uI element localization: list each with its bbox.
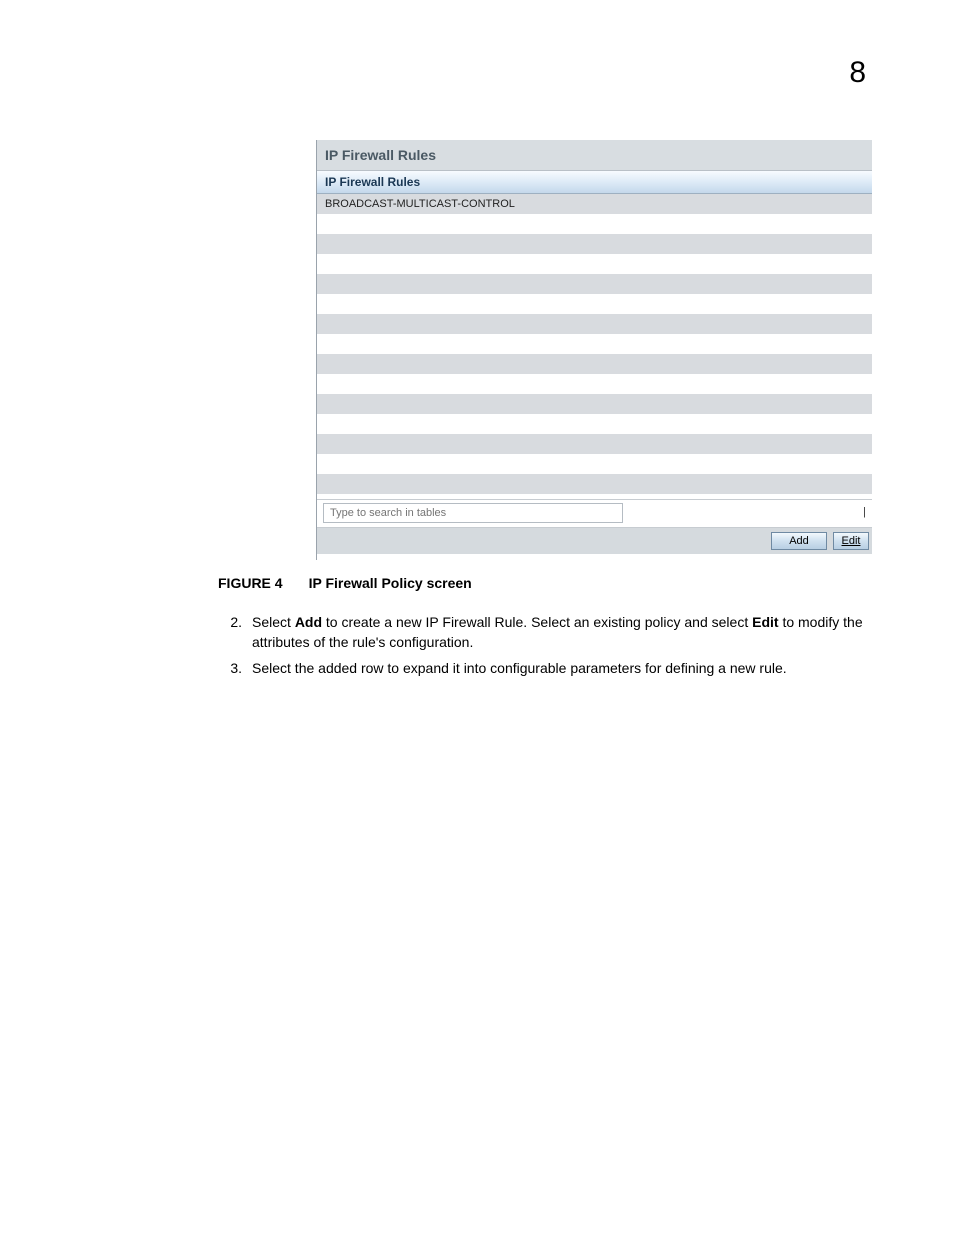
rules-table-body: BROADCAST-MULTICAST-CONTROL <box>317 194 872 500</box>
step-text: to create a new IP Firewall Rule. Select… <box>322 614 752 630</box>
button-bar: Add Edit <box>317 528 872 554</box>
table-row[interactable] <box>317 434 872 454</box>
table-row[interactable] <box>317 214 872 234</box>
figure-caption: FIGURE 4 IP Firewall Policy screen <box>218 575 868 591</box>
step-content: Select Add to create a new IP Firewall R… <box>246 612 878 653</box>
firewall-rules-panel: IP Firewall Rules IP Firewall Rules BROA… <box>316 140 872 560</box>
step-bold: Edit <box>752 614 778 630</box>
step-bold: Add <box>295 614 322 630</box>
figure-label: FIGURE 4 <box>218 575 283 591</box>
table-row[interactable] <box>317 294 872 314</box>
table-row[interactable] <box>317 394 872 414</box>
instruction-step-2: 2. Select Add to create a new IP Firewal… <box>218 612 878 653</box>
figure-caption-text: IP Firewall Policy screen <box>309 575 472 591</box>
page-number: 8 <box>849 56 866 90</box>
instruction-step-3: 3. Select the added row to expand it int… <box>218 658 878 678</box>
search-bar: | <box>317 500 872 528</box>
row-count-indicator: | <box>863 506 866 518</box>
table-row[interactable] <box>317 314 872 334</box>
table-row[interactable] <box>317 254 872 274</box>
table-row[interactable] <box>317 334 872 354</box>
step-number: 2. <box>218 612 246 653</box>
table-row[interactable] <box>317 274 872 294</box>
table-row[interactable] <box>317 454 872 474</box>
step-text: Select <box>252 614 295 630</box>
panel-title: IP Firewall Rules <box>317 140 872 171</box>
table-row[interactable] <box>317 354 872 374</box>
table-row[interactable] <box>317 374 872 394</box>
table-row[interactable]: BROADCAST-MULTICAST-CONTROL <box>317 194 872 214</box>
step-content: Select the added row to expand it into c… <box>246 658 878 678</box>
search-input[interactable] <box>323 503 623 523</box>
add-button[interactable]: Add <box>771 532 827 550</box>
step-number: 3. <box>218 658 246 678</box>
table-row[interactable] <box>317 234 872 254</box>
table-row[interactable] <box>317 474 872 494</box>
column-header[interactable]: IP Firewall Rules <box>317 171 872 194</box>
table-row[interactable] <box>317 414 872 434</box>
edit-button[interactable]: Edit <box>833 532 869 550</box>
